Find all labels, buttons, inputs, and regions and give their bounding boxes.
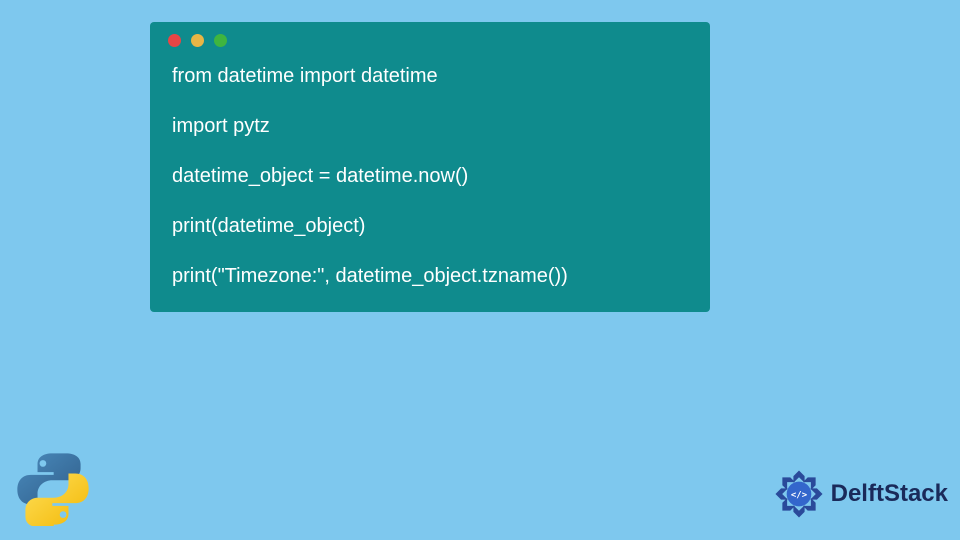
delftstack-logo-icon: </>	[771, 466, 827, 522]
python-logo-icon	[16, 452, 90, 526]
code-window: from datetime import datetime import pyt…	[150, 22, 710, 312]
minimize-icon	[191, 34, 204, 47]
delftstack-label: DelftStack	[831, 480, 948, 508]
delftstack-branding: </> DelftStack	[771, 466, 948, 522]
window-titlebar	[150, 22, 710, 58]
svg-text:</>: </>	[791, 490, 807, 500]
code-line: import pytz	[172, 112, 688, 140]
code-line: print("Timezone:", datetime_object.tznam…	[172, 262, 688, 290]
code-line: from datetime import datetime	[172, 62, 688, 90]
code-line: print(datetime_object)	[172, 212, 688, 240]
code-line: datetime_object = datetime.now()	[172, 162, 688, 190]
close-icon	[168, 34, 181, 47]
code-body: from datetime import datetime import pyt…	[150, 58, 710, 312]
maximize-icon	[214, 34, 227, 47]
